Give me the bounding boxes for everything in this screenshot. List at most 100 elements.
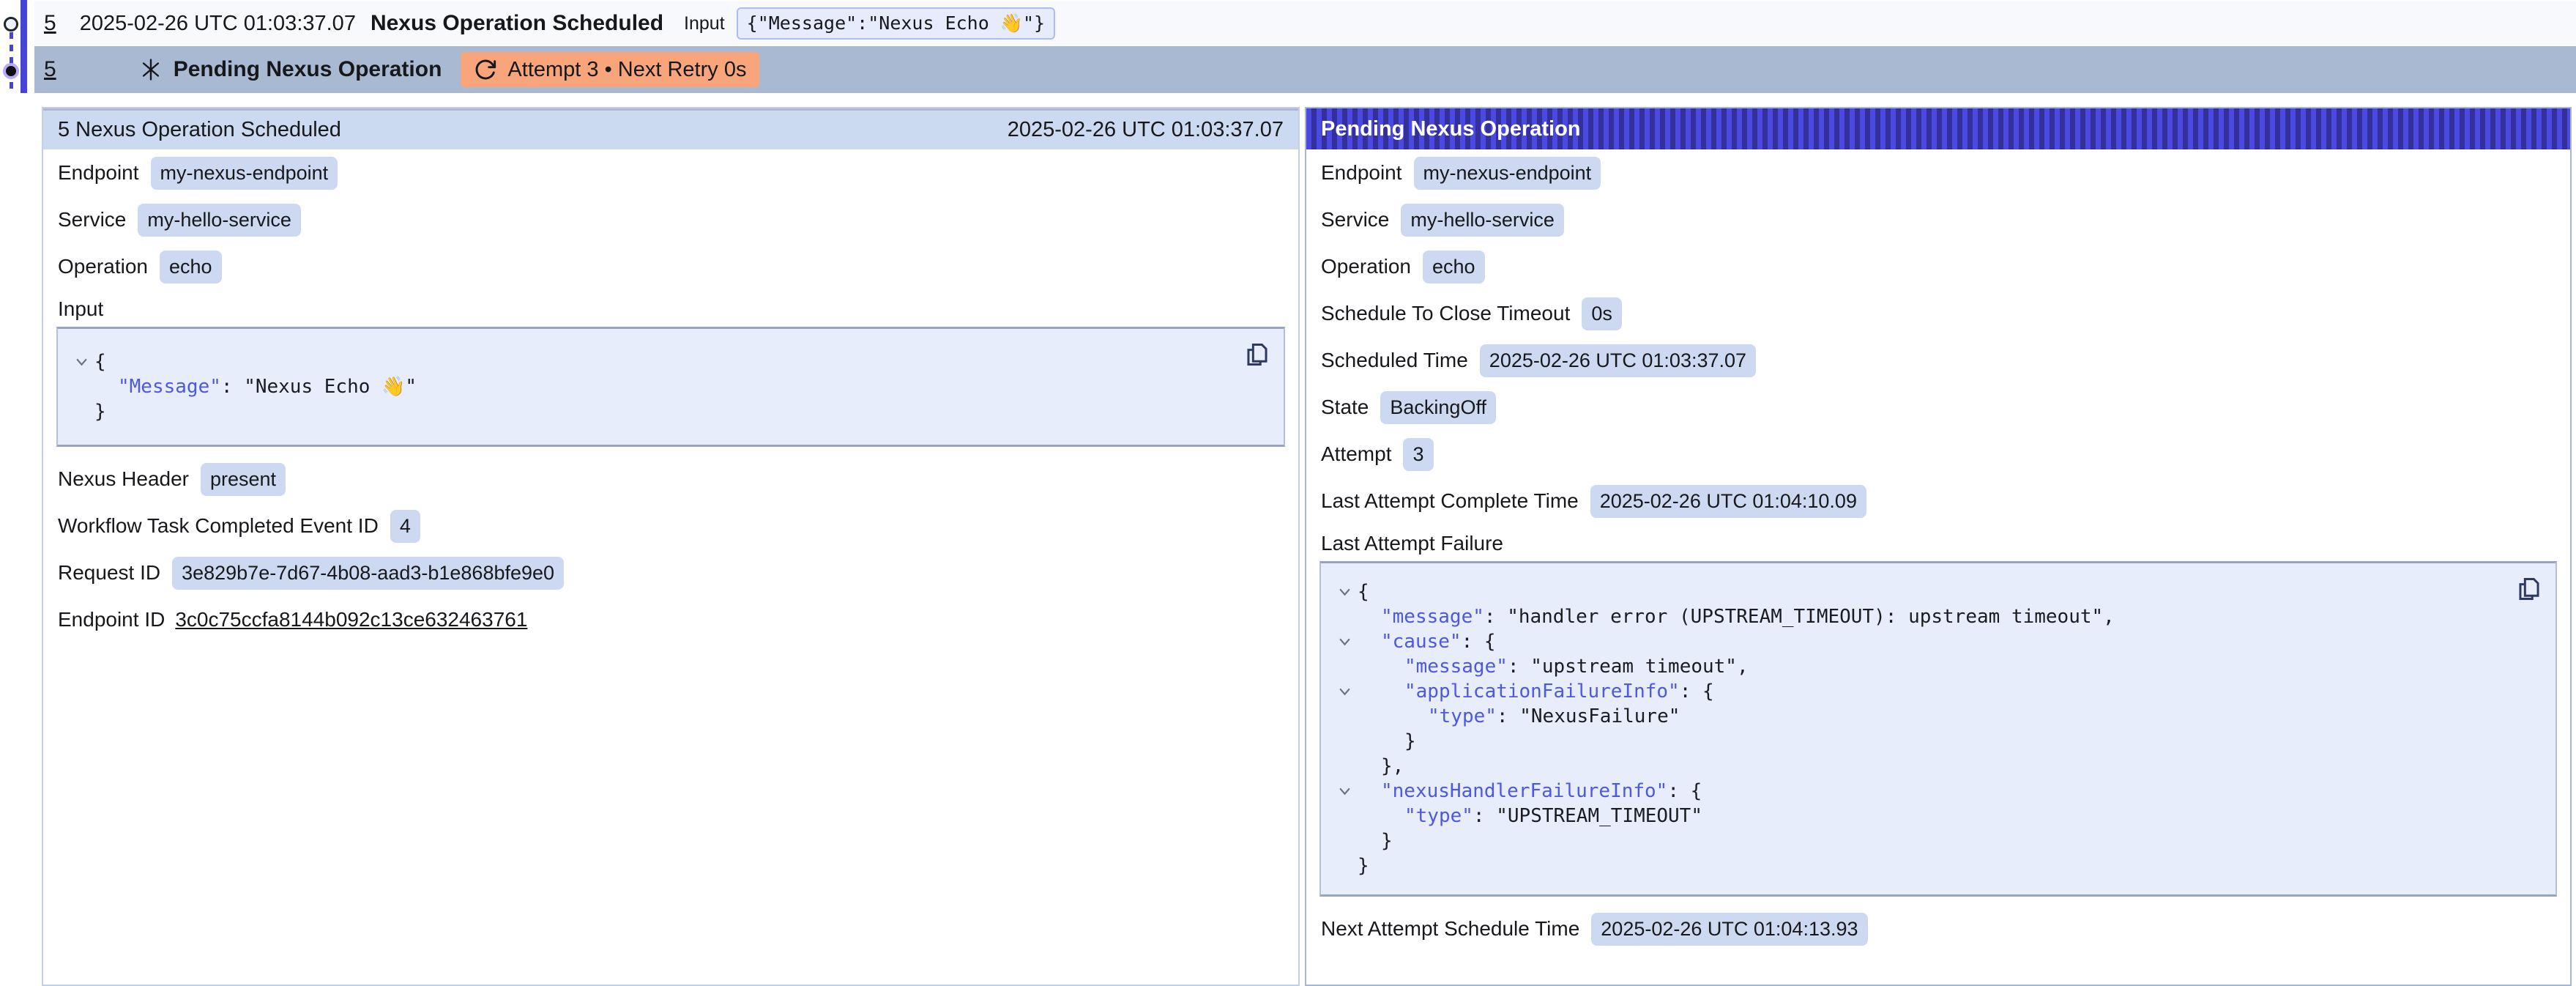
chevron-down-icon[interactable] [1331, 587, 1358, 596]
event-title: Nexus Operation Scheduled [371, 11, 663, 36]
retry-badge[interactable]: Attempt 3 • Next Retry 0s [461, 52, 759, 87]
pending-panel-title: Pending Nexus Operation [1321, 117, 1581, 141]
pending-operation-panel: Pending Nexus Operation Endpoint my-nexu… [1305, 107, 2572, 986]
field-value-badge: 2025-02-26 UTC 01:03:37.07 [1480, 344, 1756, 377]
pending-panel-header: Pending Nexus Operation [1306, 108, 2570, 149]
copy-button[interactable] [1244, 341, 1270, 368]
json-line: "nexusHandlerFailureInfo": { [1331, 779, 2504, 804]
event-summary-row[interactable]: 5 2025-02-26 UTC 01:03:37.07 Nexus Opera… [34, 1, 2576, 45]
event-id-link[interactable]: 5 [44, 11, 56, 36]
field-state: State BackingOff [1306, 384, 2570, 431]
field-label: Endpoint [58, 161, 139, 185]
retry-badge-label: Attempt 3 • Next Retry 0s [507, 58, 746, 82]
input-json-block: { "Message": "Nexus Echo 👋" } [56, 327, 1285, 447]
field-schedule-to-close-timeout: Schedule To Close Timeout 0s [1306, 290, 2570, 337]
json-line: } [1331, 829, 2504, 853]
event-input-label: Input [684, 13, 725, 34]
field-nexus-header: Nexus Header present [43, 456, 1298, 503]
json-line: } [1331, 853, 2504, 878]
json-line: { [1331, 579, 2504, 604]
field-value-badge: my-hello-service [1401, 204, 1564, 237]
field-value-badge: 3e829b7e-7d67-4b08-aad3-b1e868bfe9e0 [172, 557, 564, 590]
field-value-badge: echo [160, 251, 222, 283]
field-label: Workflow Task Completed Event ID [58, 514, 379, 538]
chevron-down-icon[interactable] [1331, 637, 1358, 646]
field-attempt: Attempt 3 [1306, 431, 2570, 478]
field-endpoint: Endpoint my-nexus-endpoint [1306, 149, 2570, 196]
field-label: Operation [58, 255, 148, 278]
field-label: Operation [1321, 255, 1411, 278]
field-endpoint-id: Endpoint ID 3c0c75ccfa8144b092c13ce63246… [43, 596, 1298, 643]
copy-icon [2517, 576, 2542, 602]
pending-id-link[interactable]: 5 [44, 57, 56, 82]
field-label: Service [58, 208, 126, 231]
pending-summary-row[interactable]: 5 Pending Nexus Operation Attempt 3 • Ne… [34, 46, 2576, 93]
field-label: Schedule To Close Timeout [1321, 302, 1570, 325]
endpoint-id-link[interactable]: 3c0c75ccfa8144b092c13ce632463761 [175, 608, 527, 631]
json-line: { [68, 349, 1232, 374]
field-label: Endpoint [1321, 161, 1402, 185]
pending-title: Pending Nexus Operation [174, 57, 442, 82]
failure-section-label: Last Attempt Failure [1306, 524, 2570, 561]
chevron-down-icon[interactable] [68, 357, 94, 366]
json-line: "message": "upstream timeout", [1331, 654, 2504, 679]
field-value-badge: present [201, 463, 286, 496]
field-label: Attempt [1321, 442, 1391, 466]
field-service: Service my-hello-service [43, 196, 1298, 243]
field-workflow-task-completed-event-id: Workflow Task Completed Event ID 4 [43, 503, 1298, 549]
field-value-badge: my-nexus-endpoint [151, 157, 338, 190]
field-label: Nexus Header [58, 467, 189, 491]
field-value-badge: BackingOff [1380, 391, 1496, 424]
asterisk-icon [138, 57, 163, 82]
json-line: "type": "NexusFailure" [1331, 704, 2504, 729]
field-value-badge: 3 [1403, 438, 1433, 471]
field-label: Next Attempt Schedule Time [1321, 917, 1579, 941]
field-operation: Operation echo [43, 243, 1298, 290]
json-line: }, [1331, 754, 2504, 779]
json-line: "type": "UPSTREAM_TIMEOUT" [1331, 804, 2504, 829]
copy-icon [1245, 341, 1270, 368]
event-detail-panel: 5 Nexus Operation Scheduled 2025-02-26 U… [42, 107, 1300, 986]
field-value-badge: my-nexus-endpoint [1414, 157, 1601, 190]
json-line: } [1331, 729, 2504, 754]
event-input-value-badge[interactable]: {"Message":"Nexus Echo 👋"} [737, 7, 1055, 40]
field-value-badge: 2025-02-26 UTC 01:04:13.93 [1591, 913, 1867, 946]
event-detail-title: 5 Nexus Operation Scheduled [58, 118, 341, 142]
timeline-selected-bar [21, 0, 27, 93]
json-line: "applicationFailureInfo": { [1331, 679, 2504, 704]
field-label: Endpoint ID [58, 608, 165, 631]
field-value-badge: 0s [1582, 297, 1622, 330]
field-value-badge: my-hello-service [138, 204, 301, 237]
field-label: Last Attempt Complete Time [1321, 489, 1579, 513]
field-next-attempt-schedule-time: Next Attempt Schedule Time 2025-02-26 UT… [1306, 905, 2570, 952]
field-request-id: Request ID 3e829b7e-7d67-4b08-aad3-b1e86… [43, 549, 1298, 596]
chevron-down-icon[interactable] [1331, 687, 1358, 696]
field-label: Scheduled Time [1321, 349, 1468, 372]
json-line: "message": "handler error (UPSTREAM_TIME… [1331, 604, 2504, 629]
event-timestamp: 2025-02-26 UTC 01:03:37.07 [80, 12, 356, 36]
detail-panels: 5 Nexus Operation Scheduled 2025-02-26 U… [42, 107, 2572, 986]
field-value-badge: 2025-02-26 UTC 01:04:10.09 [1590, 485, 1866, 518]
field-value-badge: 4 [390, 510, 420, 543]
json-line: } [68, 399, 1232, 424]
field-label: Request ID [58, 561, 160, 585]
timeline-node-event-icon[interactable] [4, 17, 18, 31]
field-last-attempt-complete-time: Last Attempt Complete Time 2025-02-26 UT… [1306, 478, 2570, 524]
json-line: "cause": { [1331, 629, 2504, 654]
timeline-node-pending-icon[interactable] [3, 63, 19, 79]
field-scheduled-time: Scheduled Time 2025-02-26 UTC 01:03:37.0… [1306, 337, 2570, 384]
field-label: State [1321, 396, 1369, 419]
json-line: "Message": "Nexus Echo 👋" [68, 374, 1232, 399]
failure-json-block: { "message": "handler error (UPSTREAM_TI… [1319, 561, 2557, 897]
field-operation: Operation echo [1306, 243, 2570, 290]
field-value-badge: echo [1423, 251, 1485, 283]
field-service: Service my-hello-service [1306, 196, 2570, 243]
field-label: Service [1321, 208, 1389, 231]
event-detail-timestamp: 2025-02-26 UTC 01:03:37.07 [1008, 118, 1284, 142]
chevron-down-icon[interactable] [1331, 787, 1358, 796]
field-endpoint: Endpoint my-nexus-endpoint [43, 149, 1298, 196]
event-detail-header: 5 Nexus Operation Scheduled 2025-02-26 U… [43, 108, 1298, 149]
retry-icon [474, 58, 497, 81]
input-section-label: Input [43, 290, 1298, 327]
copy-button[interactable] [2516, 575, 2542, 603]
